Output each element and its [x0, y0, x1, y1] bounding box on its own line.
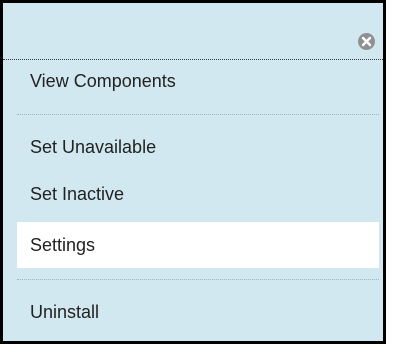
menu-item-uninstall[interactable]: Uninstall: [17, 289, 379, 335]
menu-item-settings[interactable]: Settings: [17, 222, 379, 268]
menu-item-view-components[interactable]: View Components: [17, 58, 379, 104]
close-icon[interactable]: [358, 33, 375, 50]
menu-item-set-inactive[interactable]: Set Inactive: [17, 171, 379, 217]
menu-item-set-unavailable[interactable]: Set Unavailable: [17, 124, 379, 170]
menu-separator: [17, 114, 379, 115]
menu-header: [3, 3, 383, 60]
menu-separator: [17, 279, 379, 280]
actions-menu: View Components Set Unavailable Set Inac…: [0, 0, 386, 344]
